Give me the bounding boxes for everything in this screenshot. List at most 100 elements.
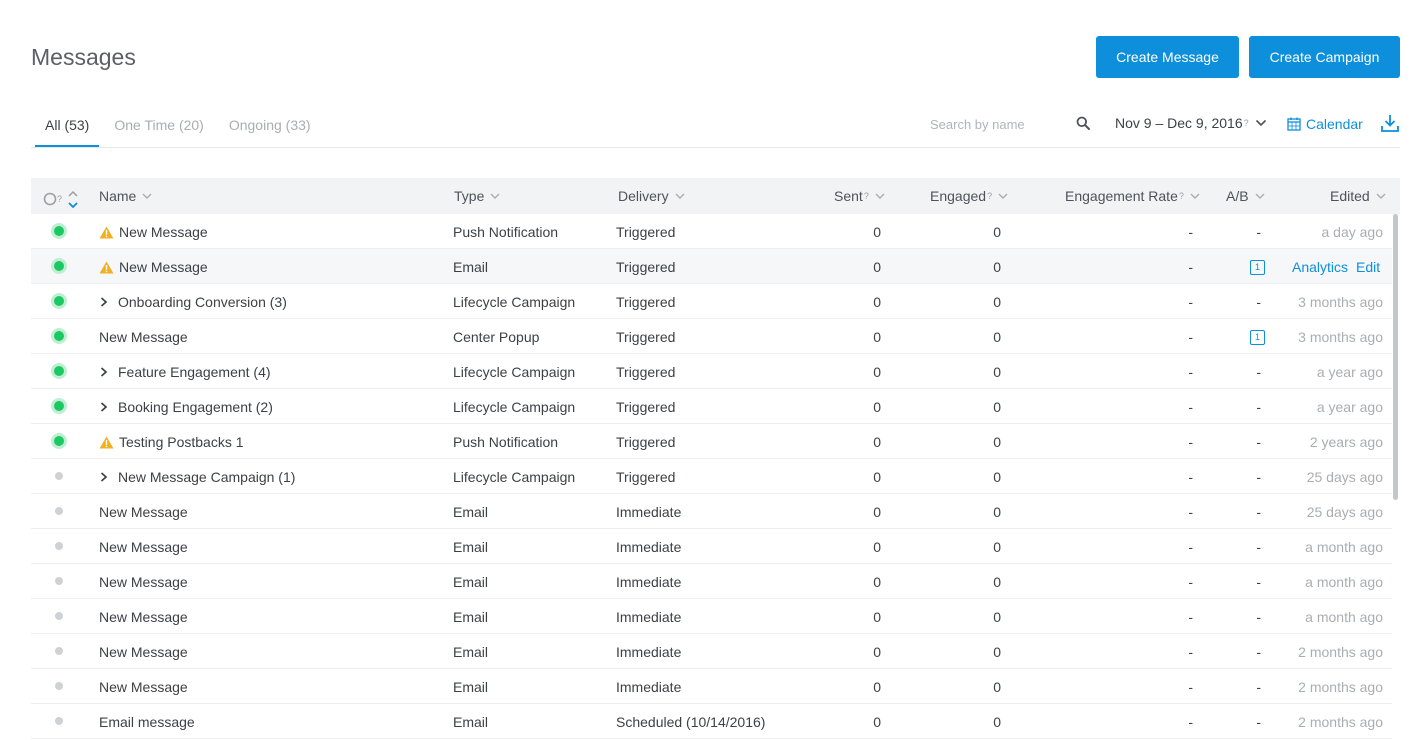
column-type[interactable]: Type [454, 188, 500, 204]
date-range-picker[interactable]: Nov 9 – Dec 9, 2016 ? [1115, 115, 1267, 131]
table-row[interactable]: New Message Email Immediate 0 0 - - a month ago [31, 599, 1392, 634]
name-cell[interactable]: New Message [99, 679, 188, 695]
table-row[interactable]: New Message Email Immediate 0 0 - - 2 months ag… [31, 669, 1392, 704]
status-indicator[interactable] [55, 647, 63, 655]
date-range-help-icon[interactable]: ? [1244, 118, 1249, 128]
message-name[interactable]: Booking Engagement (2) [118, 399, 273, 415]
message-name[interactable]: New Message [99, 574, 188, 590]
status-indicator[interactable] [54, 261, 64, 271]
column-delivery[interactable]: Delivery [618, 188, 685, 204]
name-cell[interactable]: New Message [99, 644, 188, 660]
create-message-button[interactable]: Create Message [1096, 36, 1239, 78]
column-sent[interactable]: Sent ? [834, 188, 885, 204]
message-name[interactable]: New Message Campaign (1) [118, 469, 295, 485]
message-name[interactable]: New Message [99, 644, 188, 660]
status-help-icon[interactable]: ? [57, 194, 62, 204]
table-row[interactable]: New Message Center Popup Triggered 0 0-1 3 mo… [31, 319, 1392, 354]
search-input[interactable] [930, 114, 1070, 134]
status-indicator[interactable] [55, 507, 63, 515]
status-indicator[interactable] [55, 682, 63, 690]
message-name[interactable]: New Message [99, 679, 188, 695]
name-cell[interactable]: Feature Engagement (4) [99, 364, 271, 380]
message-name[interactable]: New Message [99, 504, 188, 520]
column-engagement-rate[interactable]: Engagement Rate ? [1065, 188, 1200, 204]
table-row[interactable]: New Message Push Notification Triggered 0 0 -… [31, 214, 1392, 249]
name-cell[interactable]: New Message [99, 574, 188, 590]
name-cell[interactable]: Booking Engagement (2) [99, 399, 273, 415]
engaged-cell: 0 [993, 294, 1001, 310]
column-name[interactable]: Name [99, 188, 152, 204]
name-cell[interactable]: New Message [99, 504, 188, 520]
table-row[interactable]: New Message Email Triggered 0 0 - 1 Analytics Ed… [31, 249, 1392, 284]
engaged-cell: 0 [993, 469, 1001, 485]
table-row[interactable]: New Message Email Immediate 0 0 - - a month ago [31, 529, 1392, 564]
name-cell[interactable]: New Message Campaign (1) [99, 469, 295, 485]
tab-one-time[interactable]: One Time (20) [104, 104, 213, 147]
column-edited[interactable]: Edited [1330, 188, 1386, 204]
chevron-right-icon[interactable] [100, 402, 108, 412]
name-cell[interactable]: New Message [99, 224, 208, 240]
download-icon[interactable] [1381, 114, 1399, 132]
chevron-right-icon[interactable] [100, 297, 108, 307]
status-indicator[interactable] [54, 401, 64, 411]
chevron-right-icon[interactable] [100, 367, 108, 377]
name-cell[interactable]: Testing Postbacks 1 [99, 434, 244, 450]
message-name[interactable]: Onboarding Conversion (3) [118, 294, 287, 310]
edited-cell: 2 months ago [1298, 644, 1383, 660]
tab-ongoing[interactable]: Ongoing (33) [219, 104, 321, 147]
message-name[interactable]: New Message [99, 329, 188, 345]
column-engaged[interactable]: Engaged ? [930, 188, 1008, 204]
sent-help-icon[interactable]: ? [864, 191, 869, 201]
table-row[interactable]: Testing Postbacks 1 Push Notification Trig… [31, 424, 1392, 459]
table-row[interactable]: Onboarding Conversion (3) Lifecycle Campa… [31, 284, 1392, 319]
create-campaign-button[interactable]: Create Campaign [1249, 36, 1400, 78]
status-indicator[interactable] [55, 717, 63, 725]
edited-cell: 25 days ago [1306, 504, 1383, 520]
message-name[interactable]: New Message [119, 224, 208, 240]
message-name[interactable]: New Message [99, 539, 188, 555]
status-indicator[interactable] [54, 366, 64, 376]
analytics-link[interactable]: Analytics [1292, 259, 1348, 275]
name-cell[interactable]: Email message [99, 714, 195, 730]
name-cell[interactable]: New Message [99, 259, 208, 275]
message-name[interactable]: New Message [119, 259, 208, 275]
sort-toggle-icon[interactable] [67, 190, 79, 210]
name-cell[interactable]: New Message [99, 609, 188, 625]
table-row[interactable]: Email message Email Scheduled (10/14/2016)… [31, 704, 1392, 739]
status-indicator[interactable] [55, 472, 63, 480]
column-ab[interactable]: A/B [1226, 188, 1265, 204]
status-indicator[interactable] [54, 331, 64, 341]
search-icon[interactable] [1076, 116, 1090, 130]
message-name[interactable]: Testing Postbacks 1 [119, 434, 244, 450]
table-row[interactable]: Feature Engagement (4) Lifecycle Campaign… [31, 354, 1392, 389]
status-indicator[interactable] [54, 296, 64, 306]
message-name[interactable]: New Message [99, 609, 188, 625]
table-row[interactable]: New Message Email Immediate 0 0 - - 25 days ago [31, 494, 1392, 529]
ab-cell: - [1256, 434, 1261, 450]
ab-variant-badge[interactable]: 1 [1250, 260, 1265, 275]
tab-all[interactable]: All (53) [35, 104, 100, 147]
table-scrollbar[interactable] [1393, 214, 1398, 500]
status-indicator[interactable] [55, 542, 63, 550]
status-indicator[interactable] [55, 612, 63, 620]
name-cell[interactable]: New Message [99, 539, 188, 555]
engaged-help-icon[interactable]: ? [987, 191, 992, 201]
status-sort-header[interactable]: ? [43, 188, 79, 210]
chevron-down-icon [1190, 193, 1200, 199]
ab-cell: - [1256, 504, 1261, 520]
name-cell[interactable]: Onboarding Conversion (3) [99, 294, 287, 310]
chevron-right-icon[interactable] [100, 472, 108, 482]
message-name[interactable]: Feature Engagement (4) [118, 364, 271, 380]
status-indicator[interactable] [54, 226, 64, 236]
status-indicator[interactable] [55, 577, 63, 585]
table-row[interactable]: New Message Campaign (1) Lifecycle Campai… [31, 459, 1392, 494]
name-cell[interactable]: New Message [99, 329, 188, 345]
message-name[interactable]: Email message [99, 714, 195, 730]
table-row[interactable]: New Message Email Immediate 0 0 - - 2 months ag… [31, 634, 1392, 669]
engagement-rate-help-icon[interactable]: ? [1179, 191, 1184, 201]
calendar-link[interactable]: Calendar [1287, 116, 1363, 132]
table-row[interactable]: Booking Engagement (2) Lifecycle Campaign… [31, 389, 1392, 424]
status-indicator[interactable] [54, 436, 64, 446]
table-row[interactable]: New Message Email Immediate 0 0 - - a month ago [31, 564, 1392, 599]
edit-link[interactable]: Edit [1356, 259, 1380, 275]
